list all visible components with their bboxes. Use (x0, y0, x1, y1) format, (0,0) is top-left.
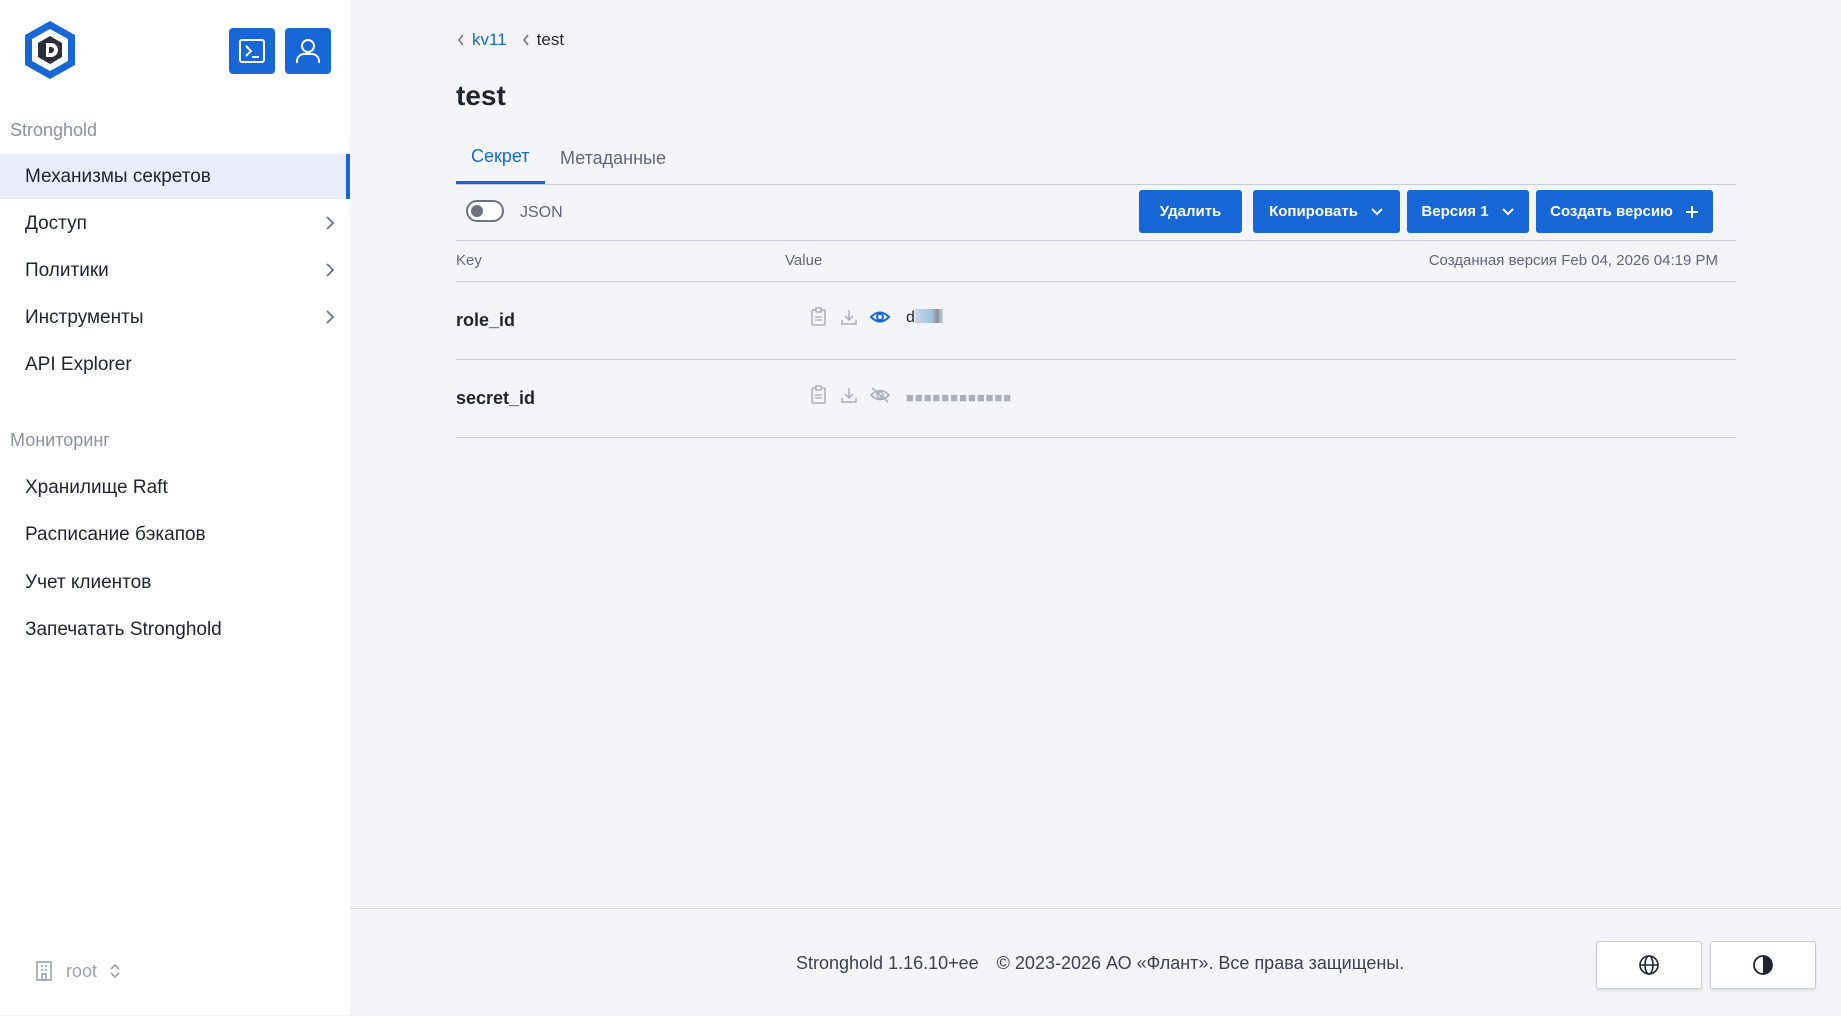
sidebar: Stronghold Механизмы секретов Доступ Пол… (0, 0, 350, 1015)
sidebar-item-policies[interactable]: Политики (0, 248, 350, 293)
tab-metadata[interactable]: Метаданные (545, 132, 681, 184)
plus-icon (1685, 205, 1698, 218)
sidebar-item-seal[interactable]: Запечатать Stronghold (0, 607, 350, 652)
chevron-down-icon (1501, 207, 1514, 215)
row-actions (809, 307, 891, 327)
sidebar-item-access[interactable]: Доступ (0, 201, 350, 246)
secret-key: secret_id (456, 388, 536, 408)
version-dropdown-label: Версия 1 (1421, 203, 1489, 220)
delete-button[interactable]: Удалить (1139, 190, 1242, 233)
toggle-knob (471, 205, 483, 217)
chevron-up-down-icon (110, 963, 120, 979)
chevron-right-icon (326, 216, 335, 230)
tab-secret[interactable]: Секрет (456, 132, 545, 184)
sidebar-item-label: Учет клиентов (25, 571, 152, 593)
app-version: Stronghold 1.16.10+ee (796, 953, 979, 973)
console-button[interactable] (229, 28, 275, 74)
footer: Stronghold 1.16.10+ee © 2023-2026 АО «Фл… (350, 908, 1841, 1016)
json-toggle[interactable] (466, 200, 504, 222)
sidebar-item-label: Инструменты (25, 306, 144, 328)
copy-value-button[interactable] (809, 385, 829, 405)
footer-info: Stronghold 1.16.10+ee © 2023-2026 АО «Фл… (796, 953, 1404, 974)
chevron-right-icon (326, 263, 335, 277)
json-toggle-label: JSON (520, 204, 563, 221)
redacted-block (914, 309, 943, 323)
user-icon (296, 39, 320, 63)
sidebar-item-label: Расписание бэкапов (25, 523, 206, 545)
value-column-header: Value (785, 252, 823, 269)
create-version-label: Создать версию (1550, 203, 1673, 220)
sidebar-item-secrets-engines[interactable]: Механизмы секретов (0, 154, 350, 199)
sidebar-item-label: Хранилище Raft (25, 476, 168, 498)
chevron-left-icon (522, 34, 529, 46)
stronghold-logo[interactable] (20, 19, 80, 81)
download-value-button[interactable] (839, 385, 859, 405)
breadcrumb-kv11[interactable]: kv11 (472, 30, 507, 50)
sidebar-item-label: Запечатать Stronghold (25, 618, 222, 640)
chevron-down-icon (1371, 207, 1383, 215)
breadcrumb-current: test (536, 30, 565, 49)
table-row: secret_id ■■■■■■■■■■■■ (456, 360, 1736, 438)
breadcrumb: kv11 test (456, 30, 564, 50)
sidebar-item-client-count[interactable]: Учет клиентов (0, 560, 350, 605)
user-menu-button[interactable] (285, 28, 331, 74)
hide-value-button[interactable] (869, 307, 891, 327)
building-icon (36, 961, 52, 981)
language-button[interactable] (1596, 941, 1702, 989)
copy-button[interactable]: Копировать (1253, 190, 1400, 233)
reveal-value-button[interactable] (869, 385, 891, 405)
page-title: test (456, 80, 506, 111)
sidebar-item-label: API Explorer (25, 353, 132, 375)
sidebar-item-backup-schedule[interactable]: Расписание бэкапов (0, 512, 350, 557)
section-label-stronghold: Stronghold (10, 120, 98, 140)
contrast-icon (1753, 955, 1773, 975)
copyright: © 2023-2026 АО «Флант». Все права защище… (996, 953, 1405, 973)
secret-toolbar: JSON Удалить Копировать Версия 1 Создать… (456, 185, 1736, 241)
secret-value-text: d (906, 309, 915, 326)
clipboard-icon (811, 307, 826, 326)
download-icon (841, 310, 857, 325)
secret-key: role_id (456, 310, 516, 330)
secret-value: d (906, 309, 943, 327)
sidebar-item-label: Политики (25, 259, 109, 281)
main-content: kv11 test test Секрет Метаданные JSON Уд… (350, 0, 1841, 908)
download-icon (841, 388, 857, 403)
sidebar-item-label: Механизмы секретов (25, 165, 211, 187)
chevron-left-icon (458, 34, 464, 46)
chevron-right-icon (326, 310, 335, 324)
version-dropdown[interactable]: Версия 1 (1407, 190, 1529, 233)
namespace-switcher[interactable]: root (34, 960, 121, 982)
sidebar-item-tools[interactable]: Инструменты (0, 295, 350, 340)
copy-value-button[interactable] (809, 307, 829, 327)
masked-secret-value: ■■■■■■■■■■■■ (906, 390, 1013, 405)
terminal-icon (239, 39, 265, 63)
key-column-header: Key (456, 252, 482, 269)
row-actions (809, 385, 891, 405)
eye-icon (869, 311, 891, 323)
sidebar-item-label: Доступ (25, 212, 87, 234)
tab-bar: Секрет Метаданные (456, 132, 1736, 185)
globe-icon (1639, 955, 1659, 975)
table-header: Key Value Созданная версия Feb 04, 2026 … (456, 241, 1736, 282)
theme-toggle-button[interactable] (1710, 941, 1816, 989)
table-row: role_id d (456, 282, 1736, 360)
shield-logo-icon (25, 21, 75, 79)
delete-button-label: Удалить (1159, 203, 1222, 220)
create-version-button[interactable]: Создать версию (1536, 190, 1713, 233)
created-version-label: Созданная версия Feb 04, 2026 04:19 PM (1428, 252, 1718, 269)
section-label-monitoring: Мониторинг (10, 430, 110, 450)
clipboard-icon (811, 385, 826, 404)
sidebar-item-raft-storage[interactable]: Хранилище Raft (0, 465, 350, 510)
eye-off-icon (869, 387, 891, 403)
sidebar-item-api-explorer[interactable]: API Explorer (0, 342, 350, 387)
download-value-button[interactable] (839, 307, 859, 327)
copy-button-label: Копировать (1269, 203, 1358, 220)
namespace-label: root (66, 960, 98, 981)
